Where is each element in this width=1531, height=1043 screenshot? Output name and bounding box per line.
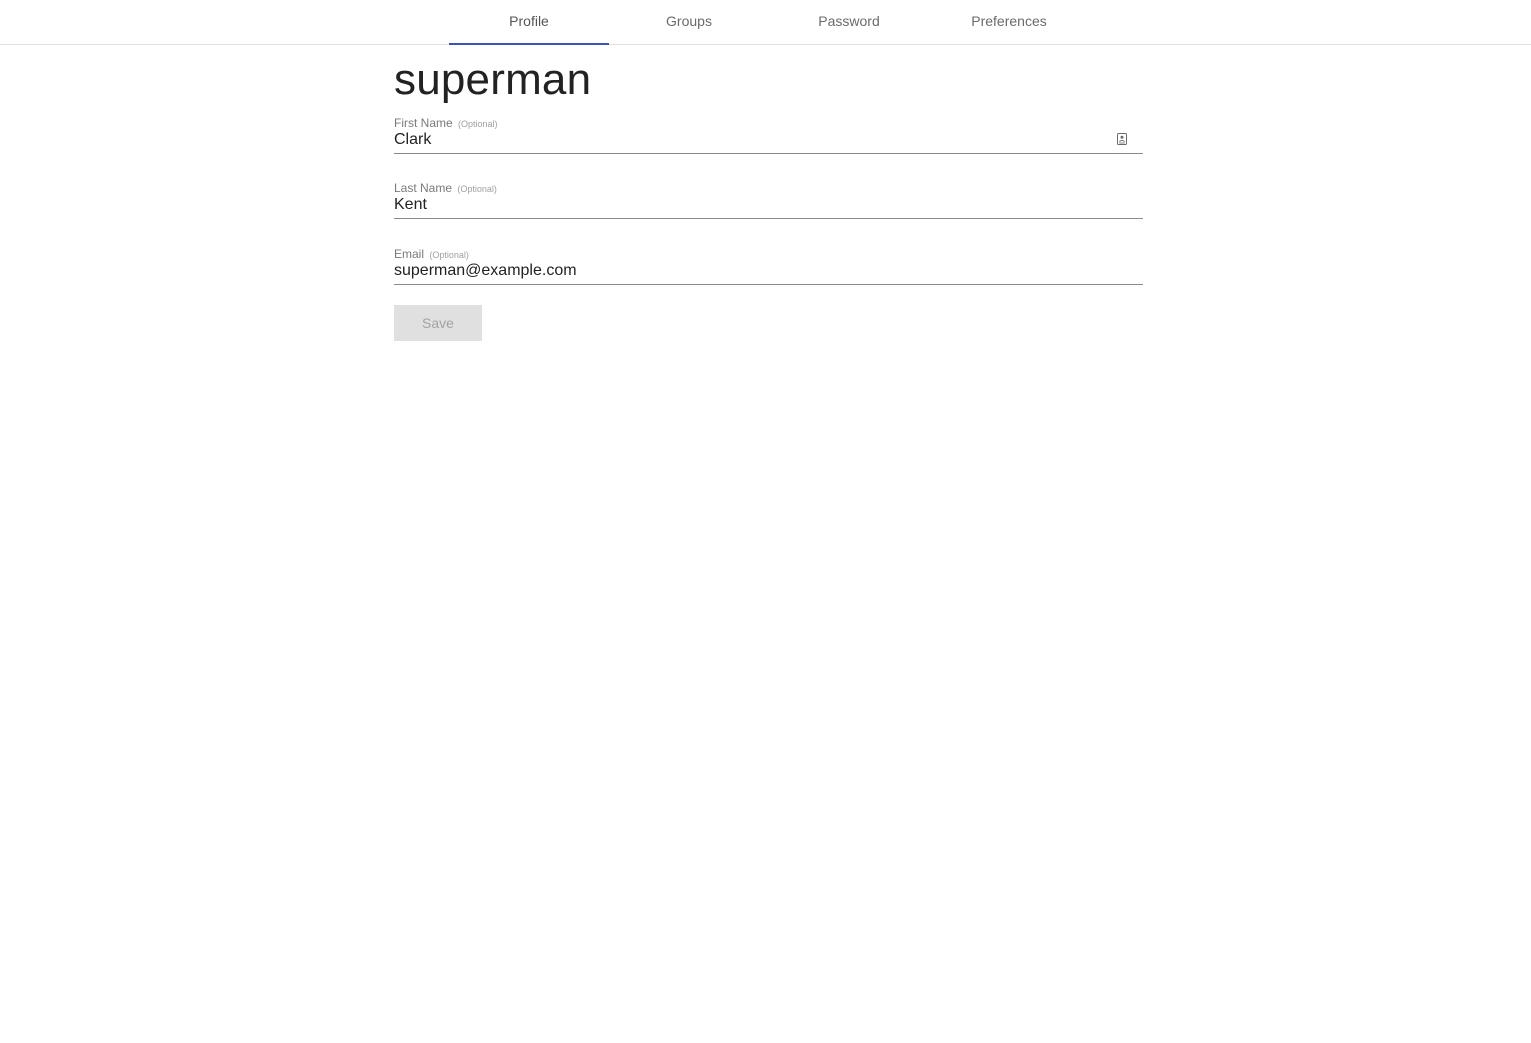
profile-form: superman First Name (Optional) Last Name… (394, 52, 1143, 341)
last-name-optional-hint: (Optional) (457, 184, 497, 194)
page-title: superman (394, 55, 592, 104)
email-optional-hint: (Optional) (429, 250, 469, 260)
email-label-text: Email (394, 247, 425, 261)
save-button[interactable]: Save (394, 305, 482, 341)
tab-groups[interactable]: Groups (609, 0, 769, 45)
email-input[interactable] (394, 260, 1094, 282)
email-field: Email (Optional) (394, 247, 1143, 285)
first-name-label-text: First Name (394, 116, 453, 130)
tab-password[interactable]: Password (769, 0, 929, 45)
tab-bar: Profile Groups Password Preferences (0, 0, 1531, 45)
first-name-input[interactable] (394, 129, 1094, 151)
last-name-field: Last Name (Optional) (394, 181, 1143, 219)
first-name-optional-hint: (Optional) (458, 119, 498, 129)
tab-profile[interactable]: Profile (449, 0, 609, 45)
last-name-label-text: Last Name (394, 181, 453, 195)
tab-list: Profile Groups Password Preferences (449, 0, 1089, 45)
tab-preferences[interactable]: Preferences (929, 0, 1089, 45)
autofill-contact-icon[interactable] (1117, 133, 1127, 145)
last-name-input[interactable] (394, 194, 1094, 216)
first-name-field: First Name (Optional) (394, 116, 1143, 154)
form-actions: Save (394, 305, 1143, 341)
